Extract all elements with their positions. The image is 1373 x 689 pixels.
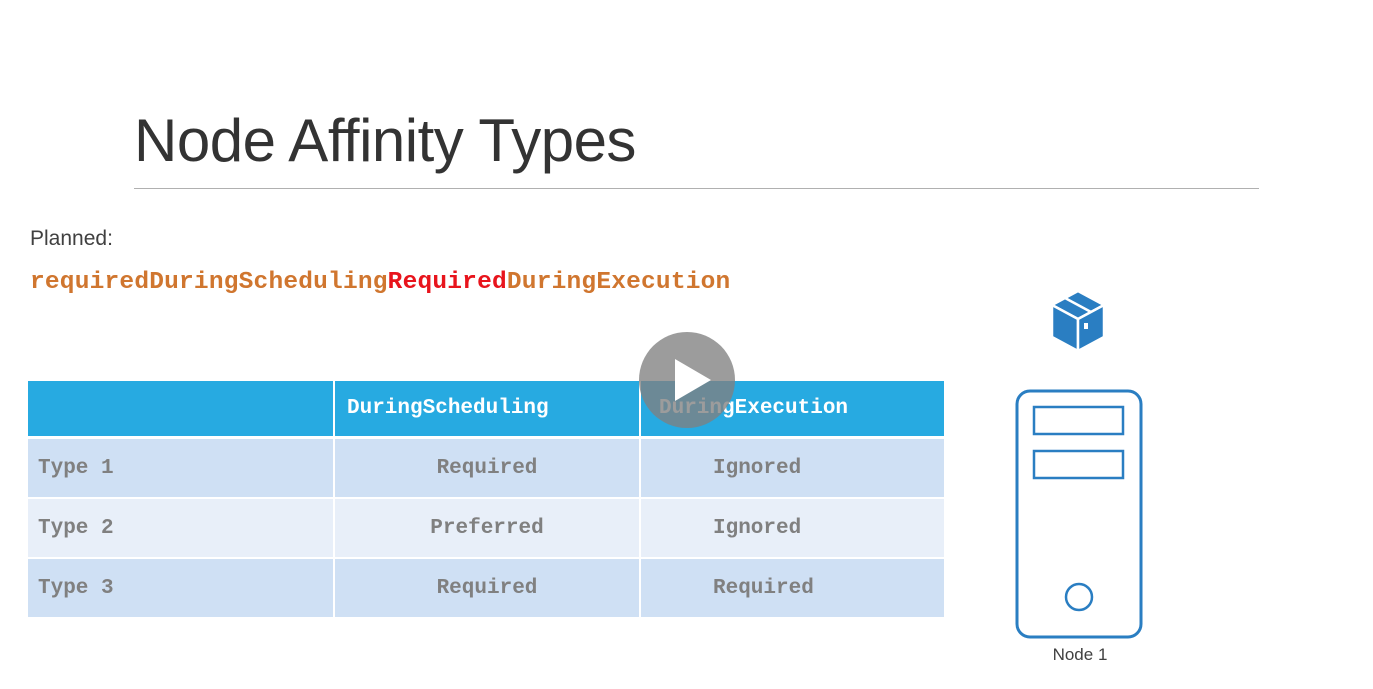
affinity-name-prefix: requiredDuringScheduling	[30, 269, 388, 296]
type-cell: Type 2	[28, 499, 333, 559]
affinity-name-suffix: DuringExecution	[506, 269, 731, 296]
server-node-icon	[1015, 389, 1143, 639]
type-cell: Type 1	[28, 439, 333, 499]
during-execution-cell: Required	[639, 559, 944, 619]
title-divider	[134, 188, 1259, 189]
during-execution-cell: Ignored	[639, 499, 944, 559]
affinity-type-name: requiredDuringSchedulingRequiredDuringEx…	[30, 269, 730, 296]
pod-cube-icon	[1050, 289, 1106, 353]
page-title: Node Affinity Types	[134, 107, 636, 174]
during-scheduling-cell: Required	[333, 439, 639, 499]
header-cell-during-scheduling: DuringScheduling	[333, 381, 639, 439]
table-row: Type 2 Preferred Ignored	[28, 499, 944, 559]
node-label: Node 1	[1052, 645, 1108, 664]
table-header-row: DuringScheduling DuringExecution	[28, 381, 944, 439]
planned-label: Planned:	[30, 227, 113, 250]
during-execution-cell: Ignored	[639, 439, 944, 499]
table-row: Type 1 Required Ignored	[28, 439, 944, 499]
during-scheduling-cell: Required	[333, 559, 639, 619]
play-button[interactable]	[639, 332, 735, 428]
play-icon	[675, 359, 711, 401]
affinity-types-table: DuringScheduling DuringExecution Type 1 …	[28, 381, 944, 619]
header-cell-type	[28, 381, 333, 439]
during-scheduling-cell: Preferred	[333, 499, 639, 559]
type-cell: Type 3	[28, 559, 333, 619]
affinity-name-highlight: Required	[387, 269, 507, 296]
table-row: Type 3 Required Required	[28, 559, 944, 619]
